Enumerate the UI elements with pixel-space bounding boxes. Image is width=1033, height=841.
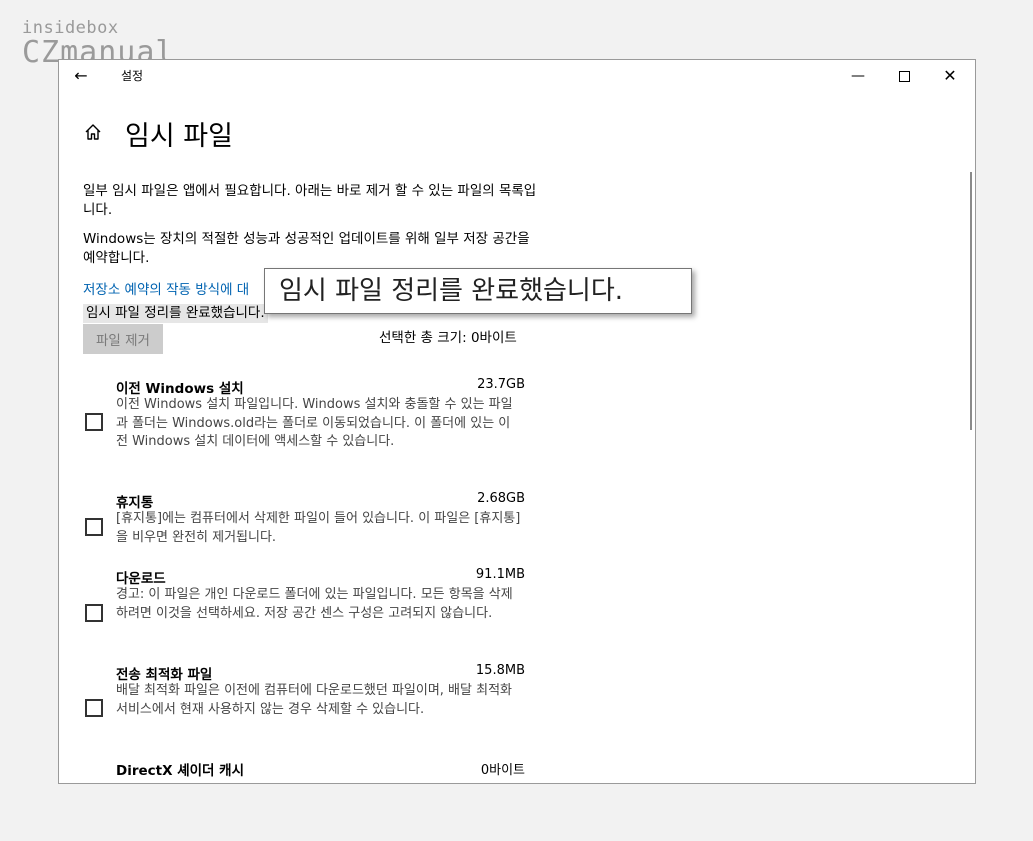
storage-reserve-link[interactable]: 저장소 예약의 작동 방식에 대 (83, 278, 249, 298)
item-description: 배달 최적화 파일은 이전에 컴퓨터에 다운로드했던 파일이며, 배달 최적화 … (116, 683, 512, 717)
item-name: 이전 Windows 설치 (116, 381, 244, 397)
item-name: 휴지통 (116, 495, 154, 511)
item-description: 경고: 이 파일은 개인 다운로드 폴더에 있는 파일입니다. 모든 항목을 삭… (116, 587, 513, 621)
item-size: 0바이트 (480, 763, 525, 778)
home-icon[interactable] (83, 122, 103, 142)
item-name: DirectX 셰이더 캐시 (116, 763, 245, 779)
minimize-button[interactable]: — (835, 60, 881, 92)
item-checkbox[interactable] (85, 604, 103, 622)
reserve-text: Windows는 장치의 적절한 성능과 성공적인 업데이트를 위해 일부 저장… (83, 231, 530, 266)
item-checkbox[interactable] (85, 699, 103, 717)
title-bar: ← 설정 — ✕ (59, 60, 975, 92)
close-button[interactable]: ✕ (927, 60, 973, 92)
item-checkbox[interactable] (85, 518, 103, 536)
remove-files-button[interactable]: 파일 제거 (83, 324, 163, 354)
selected-total-size: 선택한 총 크기: 0바이트 (379, 330, 517, 346)
item-name: 전송 최적화 파일 (116, 667, 213, 683)
maximize-button[interactable] (881, 60, 927, 92)
maximize-icon (898, 70, 910, 82)
item-description: 이전 Windows 설치 파일입니다. Windows 설치와 충돌할 수 있… (116, 397, 513, 449)
item-name: 다운로드 (116, 571, 166, 587)
back-icon[interactable]: ← (71, 66, 91, 86)
cleanup-status-text: 임시 파일 정리를 완료했습니다. (83, 304, 268, 323)
item-description: [휴지통]에는 컴퓨터에서 삭제한 파일이 들어 있습니다. 이 파일은 [휴지… (116, 511, 521, 545)
window-title: 설정 (121, 69, 144, 83)
item-size: 23.7GB (477, 377, 525, 392)
cleanup-complete-tooltip: 임시 파일 정리를 완료했습니다. (264, 268, 692, 314)
item-size: 91.1MB (475, 567, 525, 582)
scrollbar[interactable] (970, 172, 972, 430)
intro-text: 일부 임시 파일은 앱에서 필요합니다. 아래는 바로 제거 할 수 있는 파일… (83, 183, 537, 218)
item-checkbox[interactable] (85, 413, 103, 431)
settings-window: ← 설정 — ✕ 임시 파일 일부 임시 파일은 앱에서 필요합니다. 아래는 … (58, 59, 976, 784)
item-size: 15.8MB (475, 663, 525, 678)
page-title: 임시 파일 (125, 121, 233, 152)
item-size: 2.68GB (477, 491, 525, 506)
